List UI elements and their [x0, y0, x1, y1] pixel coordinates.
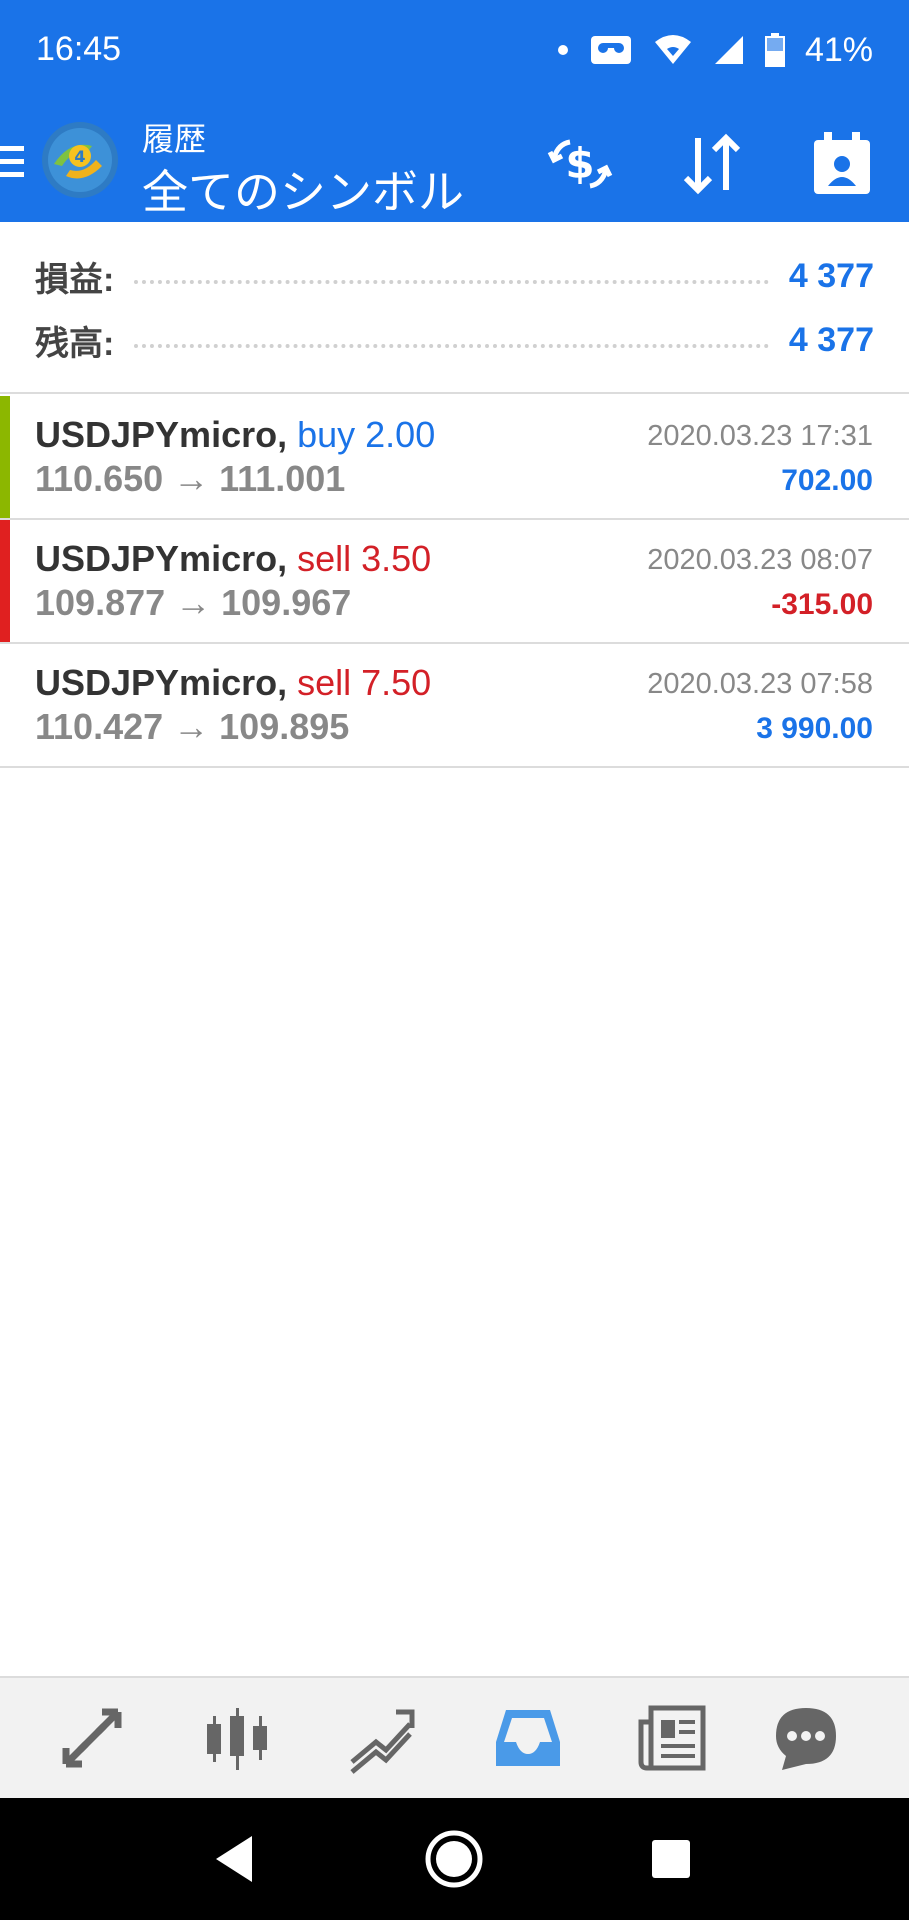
metatrader-logo-icon[interactable]: 4 [40, 120, 120, 200]
status-icons: 41% [557, 28, 873, 72]
svg-text:$: $ [565, 139, 594, 188]
app-bar: 4 履歴 全てのシンボル $ [0, 104, 909, 222]
dotted-leader [134, 344, 769, 348]
status-bar: 16:45 41% [0, 0, 909, 104]
deal-row[interactable]: USDJPYmicro, sell 3.50 109.877 → 109.967… [0, 520, 909, 644]
deal-profit: -315.00 [771, 588, 873, 621]
bottom-navigation [0, 1676, 909, 1798]
deal-prices: 109.877 → 109.967 [35, 582, 352, 623]
wifi-icon [654, 35, 691, 64]
account-icon[interactable] [806, 128, 878, 200]
history-icon[interactable] [492, 1702, 564, 1774]
sort-icon[interactable] [676, 128, 748, 200]
home-icon[interactable] [423, 1828, 485, 1890]
deal-profit: 3 990.00 [756, 712, 873, 745]
balance-row: 残高: 4 377 [35, 310, 874, 370]
deal-row[interactable]: USDJPYmicro, sell 7.50 110.427 → 109.895… [0, 644, 909, 768]
deal-symbol: USDJPYmicro, [35, 662, 288, 703]
battery-percent: 41% [804, 30, 873, 69]
trade-icon[interactable] [346, 1702, 418, 1774]
symbol-filter-title[interactable]: 全てのシンボル [142, 156, 464, 222]
deal-row[interactable]: USDJPYmicro, buy 2.00 110.650 → 111.001 … [0, 396, 909, 520]
deal-symbol: USDJPYmicro, [35, 414, 288, 455]
deal-prices: 110.427 → 109.895 [35, 706, 350, 747]
deal-time: 2020.03.23 17:31 [647, 420, 873, 452]
deal-header: USDJPYmicro, sell 3.50 [35, 538, 431, 580]
screen-title: 履歴 [142, 121, 207, 157]
profit-row: 損益: 4 377 [35, 246, 874, 306]
notification-dot-icon [557, 45, 568, 55]
status-time: 16:45 [36, 30, 122, 68]
battery-icon [764, 33, 785, 67]
profit-value: 4 377 [788, 256, 874, 295]
balance-label: 残高: [35, 324, 115, 363]
svg-text:4: 4 [74, 147, 85, 166]
deal-type-bar [0, 520, 10, 642]
deal-side: buy 2.00 [297, 414, 436, 455]
currency-exchange-icon[interactable]: $ [544, 128, 616, 200]
chat-icon[interactable] [770, 1702, 842, 1774]
deal-time: 2020.03.23 08:07 [647, 544, 873, 576]
back-icon[interactable] [204, 1828, 266, 1890]
deal-side: sell 7.50 [297, 662, 432, 703]
deal-prices: 110.650 → 111.001 [35, 458, 346, 499]
deal-symbol: USDJPYmicro, [35, 538, 288, 579]
deal-time: 2020.03.23 07:58 [647, 668, 873, 700]
balance-value: 4 377 [788, 320, 874, 359]
deal-header: USDJPYmicro, sell 7.50 [35, 662, 431, 704]
recents-icon[interactable] [640, 1828, 702, 1890]
voicemail-icon [590, 36, 631, 64]
quotes-icon[interactable] [56, 1702, 128, 1774]
signal-icon [714, 36, 743, 64]
deal-profit: 702.00 [781, 464, 873, 497]
chart-icon[interactable] [201, 1702, 273, 1774]
dotted-leader [134, 280, 769, 284]
deal-side: sell 3.50 [297, 538, 432, 579]
summary-panel: 損益: 4 377 残高: 4 377 [0, 222, 909, 394]
menu-icon[interactable] [0, 144, 24, 180]
news-icon[interactable] [637, 1702, 709, 1774]
deal-header: USDJPYmicro, buy 2.00 [35, 414, 435, 456]
system-navigation-bar [0, 1798, 909, 1920]
profit-label: 損益: [35, 260, 115, 299]
deal-type-bar [0, 396, 10, 518]
